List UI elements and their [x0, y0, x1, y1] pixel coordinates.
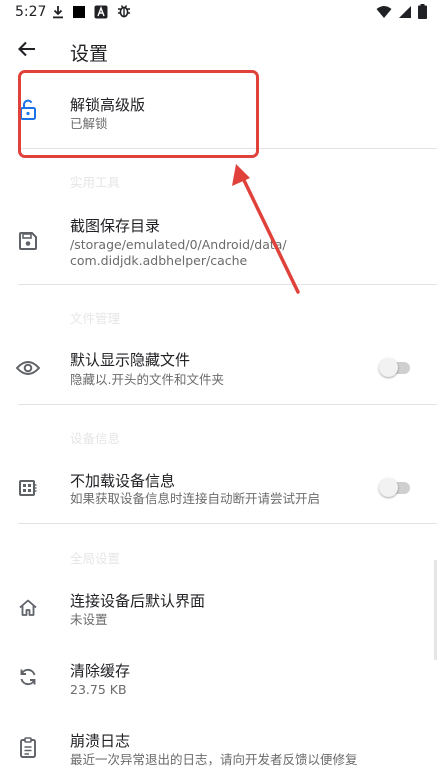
section-header-tools: 实用工具 — [70, 175, 121, 190]
bug-icon — [116, 3, 132, 23]
signal-icon — [398, 4, 412, 23]
eye-icon — [16, 356, 40, 380]
status-bar: 5:27 — [0, 0, 437, 26]
battery-icon — [418, 3, 427, 23]
crash-log-subtitle: 最近一次异常退出的日志，请向开发者反馈以便修复 — [70, 752, 358, 767]
clear-cache-title: 清除缓存 — [70, 662, 131, 680]
sync-icon — [16, 665, 40, 689]
notification-a-icon — [94, 4, 108, 23]
no-device-info-subtitle: 如果获取设备信息时连接自动断开请尝试开启 — [70, 491, 321, 506]
section-header-files: 文件管理 — [70, 311, 121, 326]
section-header-global: 全局设置 — [70, 551, 121, 566]
no-device-info-item[interactable]: 不加载设备信息 如果获取设备信息时连接自动断开请尝试开启 — [0, 455, 437, 523]
show-hidden-files-title: 默认显示隐藏文件 — [70, 351, 191, 369]
status-left-icons — [52, 4, 132, 22]
crash-log-title: 崩溃日志 — [70, 732, 131, 750]
screenshot-dir-path-line2: com.didjdk.adbhelper/cache — [70, 253, 248, 268]
back-button[interactable] — [14, 38, 40, 64]
arrow-back-icon — [17, 39, 37, 63]
square-icon — [72, 4, 86, 23]
screenshot-dir-item[interactable]: 截图保存目录 /storage/emulated/0/Android/data/… — [0, 200, 437, 284]
crash-log-item[interactable]: 崩溃日志 最近一次异常退出的日志，请向开发者反馈以便修复 — [0, 715, 437, 776]
show-hidden-files-subtitle: 隐藏以.开头的文件和文件夹 — [70, 372, 224, 387]
wifi-icon — [376, 4, 392, 23]
screenshot-dir-path-line1: /storage/emulated/0/Android/data/ — [70, 237, 287, 252]
no-device-info-title: 不加载设备信息 — [70, 472, 176, 490]
divider — [18, 404, 437, 405]
default-screen-title: 连接设备后默认界面 — [70, 592, 206, 610]
screenshot-dir-title: 截图保存目录 — [70, 217, 161, 235]
home-icon — [16, 596, 40, 620]
section-header-device: 设备信息 — [70, 431, 121, 446]
annotation-highlight-box — [18, 70, 259, 158]
show-hidden-files-toggle[interactable] — [379, 358, 410, 377]
clear-cache-subtitle: 23.75 KB — [70, 682, 127, 697]
page-title: 设置 — [70, 43, 109, 65]
download-icon — [52, 4, 64, 23]
save-icon — [16, 229, 40, 253]
divider — [18, 523, 437, 524]
toggle-thumb — [379, 358, 398, 377]
memory-chip-icon — [16, 476, 40, 500]
toggle-thumb — [379, 478, 398, 497]
no-device-info-toggle[interactable] — [379, 478, 410, 497]
status-time: 5:27 — [15, 4, 47, 20]
clipboard-icon — [16, 736, 40, 760]
clear-cache-item[interactable]: 清除缓存 23.75 KB — [0, 645, 437, 711]
divider — [18, 284, 437, 285]
default-screen-item[interactable]: 连接设备后默认界面 未设置 — [0, 576, 437, 641]
default-screen-subtitle: 未设置 — [70, 612, 108, 627]
status-right-icons — [376, 3, 427, 23]
show-hidden-files-item[interactable]: 默认显示隐藏文件 隐藏以.开头的文件和文件夹 — [0, 335, 437, 404]
